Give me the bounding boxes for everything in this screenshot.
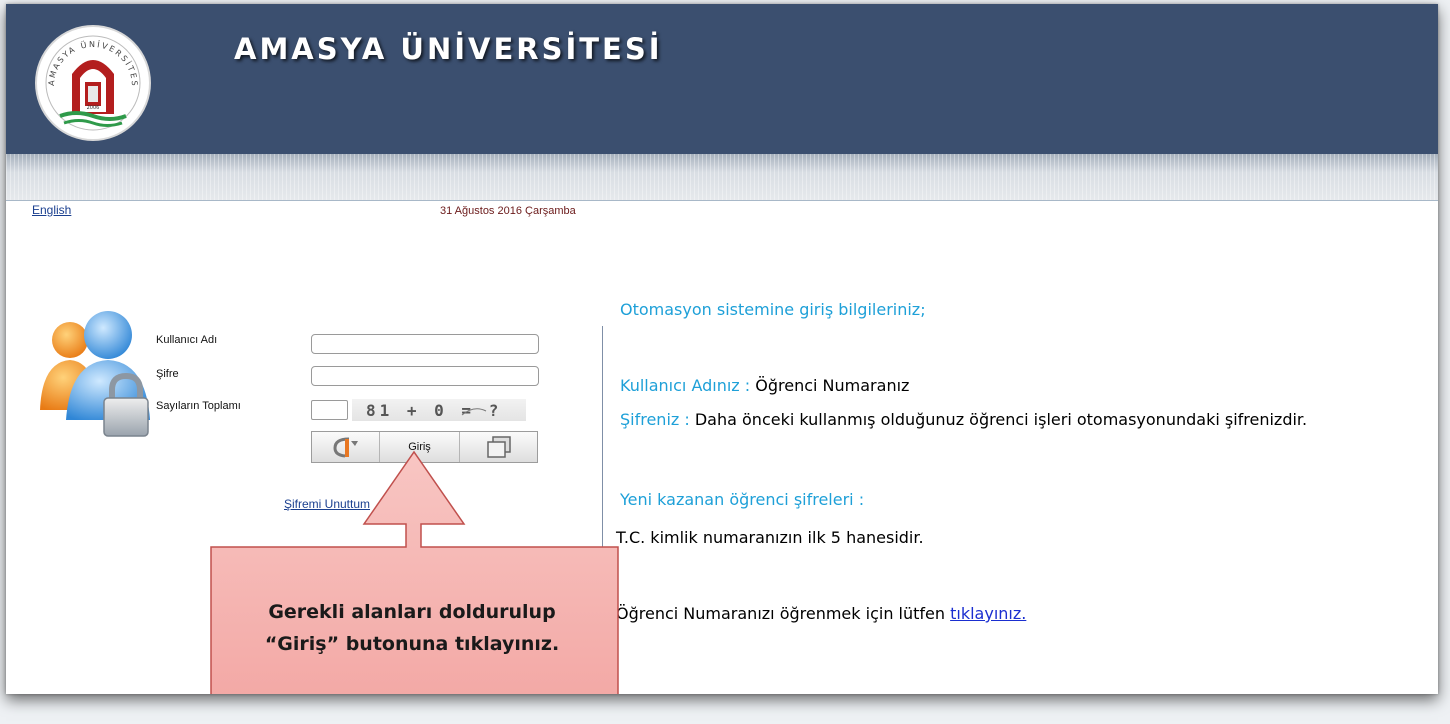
info-password-line: Şifreniz : Daha önceki kullanmış olduğun…: [620, 410, 1307, 429]
header-stripe: [6, 154, 1438, 201]
info-username-value: Öğrenci Numaranız: [755, 376, 910, 395]
logo-year: 2006: [87, 105, 100, 111]
site-header: AMASYA ÜNİVERSİTESİ 2006 AMASYA ÜNİVERSİ…: [6, 4, 1438, 154]
password-label: Şifre: [156, 368, 179, 380]
callout-line-1: Gerekli alanları doldurulup: [268, 601, 556, 623]
info-new-heading: Yeni kazanan öğrenci şifreleri :: [620, 490, 864, 509]
captcha-image: 81 + 0 = ?: [352, 399, 526, 421]
users-lock-icon: [40, 311, 150, 437]
captcha-input[interactable]: [311, 400, 348, 420]
captcha-label: Sayıların Toplamı: [156, 400, 241, 412]
info-new-heading-text: Yeni kazanan öğrenci şifreleri :: [620, 490, 865, 509]
info-student-no-text: Öğrenci Numaranızı öğrenmek için lütfen: [616, 604, 946, 623]
username-label: Kullanıcı Adı: [156, 334, 218, 346]
current-date: 31 Ağustos 2016 Çarşamba: [440, 205, 576, 217]
info-password-value: Daha önceki kullanmış olduğunuz öğrenci …: [694, 410, 1308, 429]
student-no-link[interactable]: tıklayınız.: [950, 604, 1026, 623]
english-link[interactable]: English: [32, 203, 71, 217]
page-frame: AMASYA ÜNİVERSİTESİ 2006 AMASYA ÜNİVERSİ…: [6, 4, 1438, 694]
info-password-key: Şifreniz :: [620, 410, 690, 429]
info-heading-text: Otomasyon sistemine giriş bilgileriniz;: [620, 300, 926, 319]
site-title: AMASYA ÜNİVERSİTESİ: [234, 32, 663, 66]
info-heading: Otomasyon sistemine giriş bilgileriniz;: [620, 300, 926, 319]
callout-text: Gerekli alanları doldurulup “Giriş” buto…: [206, 596, 618, 660]
info-new-text: T.C. kimlik numaranızın ilk 5 hanesidir.: [616, 528, 924, 547]
university-logo: AMASYA ÜNİVERSİTESİ 2006: [34, 24, 151, 141]
info-username-key: Kullanıcı Adınız :: [620, 376, 751, 395]
username-input[interactable]: [311, 334, 539, 354]
info-student-no-line: Öğrenci Numaranızı öğrenmek için lütfen …: [616, 604, 1026, 623]
callout-line-2: “Giriş” butonuna tıklayınız.: [264, 633, 560, 655]
captcha-text: 81 + 0 = ?: [366, 401, 502, 420]
info-username-line: Kullanıcı Adınız : Öğrenci Numaranız: [620, 376, 909, 395]
password-input[interactable]: [311, 366, 539, 386]
